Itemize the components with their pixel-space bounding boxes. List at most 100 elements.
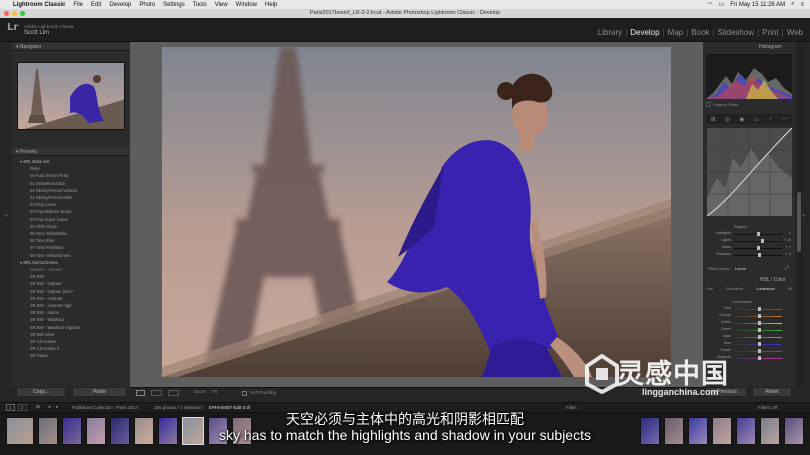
slider-value[interactable]: + 18 <box>784 238 791 242</box>
scrollbar-thumb[interactable] <box>797 192 801 252</box>
preset-item[interactable]: SR Sepia <box>16 352 128 359</box>
preset-item[interactable]: SR BW - contrast <box>16 295 128 302</box>
radial-filter-icon[interactable]: ○ <box>769 116 773 122</box>
module-map[interactable]: Map <box>665 28 687 37</box>
compare-view-icon[interactable] <box>151 390 162 396</box>
navigator-preview[interactable] <box>17 62 125 130</box>
menu-list-icon[interactable]: ≡ <box>800 2 804 8</box>
menubar-clock[interactable]: Fri May 15 11:26 AM <box>730 2 785 8</box>
menu-photo[interactable]: Photo <box>135 2 159 8</box>
slider-knob[interactable] <box>761 239 765 243</box>
preset-item[interactable]: SR BW - contrast high <box>16 302 128 309</box>
brush-icon[interactable]: — <box>781 116 787 122</box>
slider-knob[interactable] <box>758 307 761 311</box>
main-photo[interactable] <box>162 47 671 377</box>
slider-knob[interactable] <box>758 342 761 346</box>
menu-help[interactable]: Help <box>261 2 281 8</box>
menu-view[interactable]: View <box>211 2 232 8</box>
darks-slider[interactable]: Darks + 1 <box>707 245 793 251</box>
preset-item[interactable]: SR BW - Washout Vignette <box>16 324 128 331</box>
menu-develop[interactable]: Develop <box>105 2 135 8</box>
module-develop[interactable]: Develop <box>627 28 662 37</box>
zoom-window-icon[interactable] <box>20 11 25 16</box>
curve-edit-icon[interactable]: ⤢ <box>785 265 789 271</box>
orange-slider[interactable]: Orange <box>707 313 793 319</box>
slider-knob[interactable] <box>758 328 761 332</box>
left-panel-toggle-icon[interactable]: ◂ <box>2 212 10 220</box>
module-library[interactable]: Library <box>595 28 625 37</box>
tab-luminance[interactable]: Luminance <box>756 287 775 291</box>
preset-item[interactable]: 00 Auto (Reset First) <box>16 172 128 179</box>
close-window-icon[interactable] <box>4 11 9 16</box>
preset-item[interactable]: SR BW - brighter plus** <box>16 288 128 295</box>
slider-value[interactable]: + 4 <box>786 252 791 256</box>
menu-settings[interactable]: Settings <box>159 2 189 8</box>
tab-saturation[interactable]: Saturation <box>726 287 743 291</box>
slider-knob[interactable] <box>758 335 761 339</box>
preset-item[interactable]: 02 SkinnyPortrait Vertical <box>16 187 128 194</box>
preset-item[interactable]: SR BW - darker <box>16 309 128 316</box>
tone-curve[interactable] <box>707 128 792 216</box>
crop-tool-icon[interactable]: ⊞ <box>711 116 716 123</box>
point-curve-select[interactable]: Linear <box>735 266 746 271</box>
preset-item[interactable]: 08 Tone Yellow/Green <box>16 252 128 259</box>
menu-edit[interactable]: Edit <box>87 2 105 8</box>
menu-app-name[interactable]: Lightroom Classic <box>9 2 69 8</box>
slider-value[interactable]: + 1 <box>786 245 791 249</box>
slider-knob[interactable] <box>756 232 760 236</box>
menu-file[interactable]: File <box>69 2 87 8</box>
lights-slider[interactable]: Lights + 18 <box>707 238 793 244</box>
slider-knob[interactable] <box>758 314 761 318</box>
menu-tools[interactable]: Tools <box>189 2 211 8</box>
presets-header[interactable]: ▾ Presets <box>12 148 130 156</box>
preset-item[interactable]: Peter <box>16 165 128 172</box>
shadows-slider[interactable]: Shadows + 4 <box>707 252 793 258</box>
slider-value[interactable]: 0 <box>789 231 791 235</box>
navigator-header[interactable]: ▾ Navigator <box>12 43 130 51</box>
module-slideshow[interactable]: Slideshow <box>715 28 757 37</box>
preset-item[interactable]: 05 Tone Yellow/Blue <box>16 230 128 237</box>
preset-item[interactable]: 04 HDR Clean <box>16 223 128 230</box>
green-slider[interactable]: Green <box>707 327 793 333</box>
preset-item[interactable]: SR BW silver <box>16 331 128 338</box>
copy-button[interactable]: Copy... <box>16 387 66 397</box>
slider-knob[interactable] <box>756 246 760 250</box>
preset-item[interactable]: 03 Pop Super Duper <box>16 216 128 223</box>
graduated-filter-icon[interactable]: ▭ <box>754 116 760 123</box>
hsl-title[interactable]: HSL / Color <box>760 277 786 283</box>
highlights-slider[interactable]: Highlights 0 <box>707 231 793 237</box>
preset-folder[interactable]: ▾ SRL Base Set <box>16 158 128 165</box>
preset-item[interactable]: SR Chocolate <box>16 338 128 345</box>
preset-item[interactable]: 07 Tone Pink/Blue <box>16 244 128 251</box>
preset-item[interactable]: 03 Flop Curve <box>16 201 128 208</box>
original-photo-checkbox[interactable] <box>706 102 711 107</box>
zoom-fit-value[interactable]: Fit <box>212 389 217 394</box>
preset-item[interactable]: 01 NoiseReduction <box>16 180 128 187</box>
tab-all[interactable]: All <box>788 287 792 291</box>
tab-hue[interactable]: Hue <box>706 287 713 291</box>
preset-item[interactable]: SR BW - brighter <box>16 280 128 287</box>
module-print[interactable]: Print <box>759 28 781 37</box>
preset-item[interactable]: 06 Tone Blue <box>16 237 128 244</box>
yellow-slider[interactable]: Yellow <box>707 320 793 326</box>
aqua-slider[interactable]: Aqua <box>707 334 793 340</box>
paste-button[interactable]: Paste <box>72 387 127 397</box>
soft-proofing-checkbox[interactable] <box>242 391 247 396</box>
loupe-view-icon[interactable] <box>136 390 145 396</box>
module-web[interactable]: Web <box>784 28 806 37</box>
red-slider[interactable]: Red <box>707 306 793 312</box>
battery-icon[interactable]: ▭ <box>719 1 725 8</box>
preset-item[interactable]: SR BW <box>16 273 128 280</box>
slider-knob[interactable] <box>758 321 761 325</box>
preset-item[interactable]: Generic - Zeroed <box>16 266 128 273</box>
right-panel-scrollbar[interactable] <box>796 42 802 387</box>
before-after-icon[interactable] <box>168 390 179 396</box>
minimize-window-icon[interactable] <box>12 11 17 16</box>
preset-item[interactable]: SR BW - Washout <box>16 316 128 323</box>
preset-item[interactable]: SR Chocolate 2 <box>16 345 128 352</box>
red-eye-icon[interactable]: ◉ <box>739 116 744 123</box>
slider-knob[interactable] <box>757 253 761 257</box>
preset-item[interactable]: 02 SkinnyPortrait Wide <box>16 194 128 201</box>
histogram-title[interactable]: Histogram <box>759 44 782 50</box>
menu-window[interactable]: Window <box>232 2 261 8</box>
